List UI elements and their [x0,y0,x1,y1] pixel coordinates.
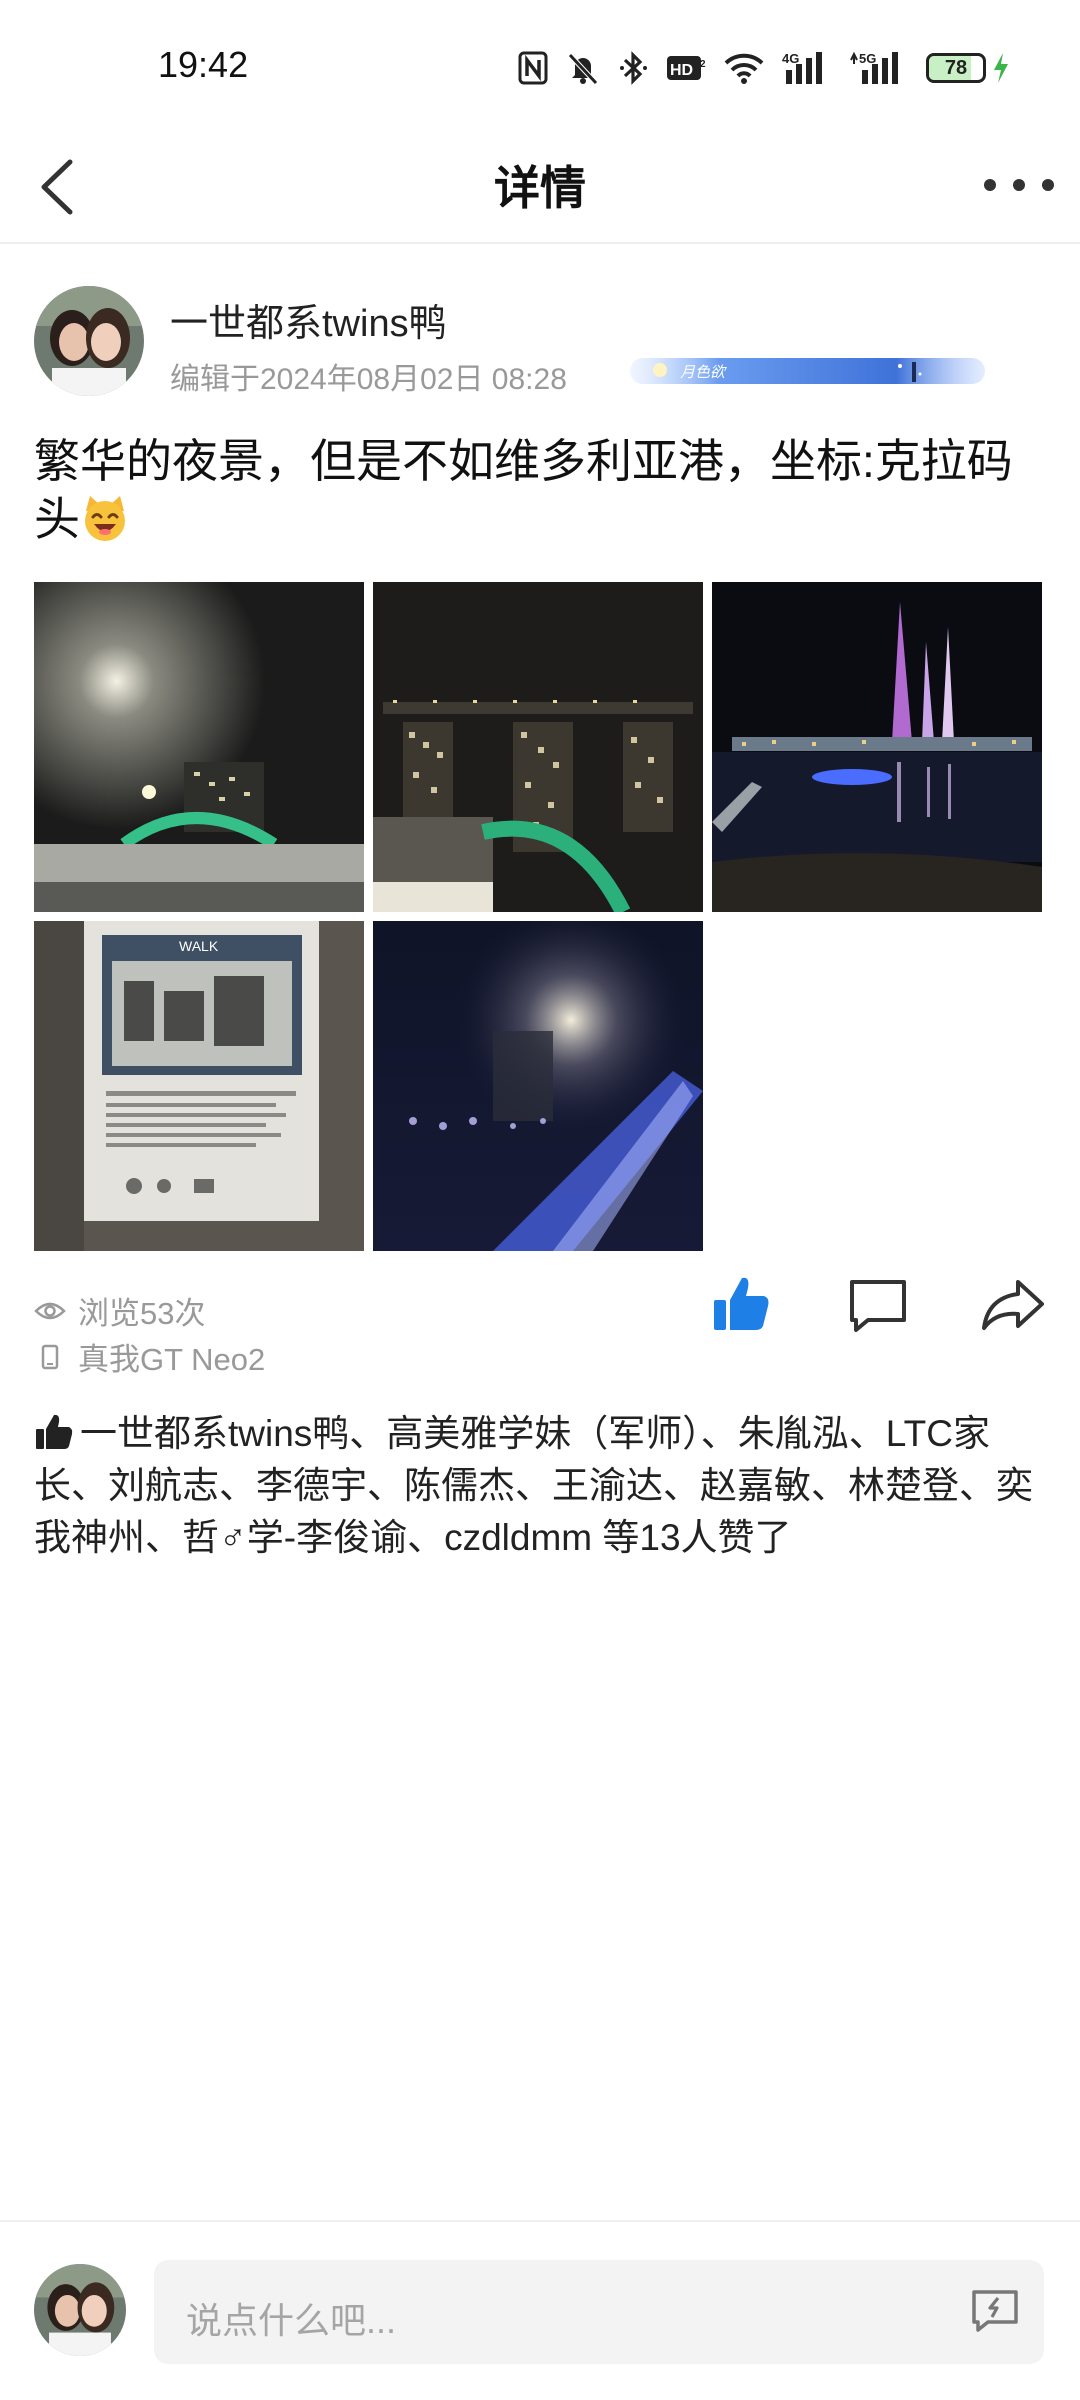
comment-placeholder: 说点什么吧... [186,2300,397,2341]
device-info: 真我GT Neo2 [34,1334,265,1379]
likes-names: 一世都系twins鸭、高美雅学妹（军师）、朱胤泓、LTC家长、刘航志、李德宇、陈… [34,1413,1033,1558]
likes-list: 一世都系twins鸭、高美雅学妹（军师）、朱胤泓、LTC家长、刘航志、李德宇、陈… [34,1408,1049,1564]
navbar: 详情 [0,130,1080,244]
share-button[interactable] [980,1276,1046,1339]
comment-button[interactable] [846,1276,910,1341]
like-button[interactable] [710,1272,774,1341]
more-button[interactable] [984,160,1054,210]
post-time: 编辑于2024年08月02日 08:28 [170,363,567,396]
author-name[interactable]: 一世都系twins鸭 [170,292,447,347]
decoration-banner-text: 月色欲 [680,363,727,381]
poster-heading: WALK [179,938,219,954]
5g-signal-icon: 5G [850,51,898,84]
thumbs-up-icon [714,1277,769,1330]
decoration-banner: 月色欲 [630,354,985,388]
status-time: 19:42 [158,44,249,85]
view-count-text: 浏览53次 [78,1296,206,1331]
svg-text:HD: HD [670,62,693,79]
comment-input[interactable]: 说点什么吧... [154,2260,1044,2364]
battery-level-bar: 78 [926,53,986,83]
nfc-icon [518,51,548,85]
author-avatar[interactable] [34,286,144,396]
share-icon [982,1280,1044,1330]
view-count: 浏览53次 [34,1288,205,1333]
charging-icon [994,53,1008,83]
photo-wall-poster[interactable]: WALK [34,921,364,1251]
svg-text:4G: 4G [782,51,799,66]
comment-bar: 说点什么吧... [0,2220,1080,2400]
svg-text:5G: 5G [859,51,876,66]
emoji-comment-button[interactable] [970,2286,1020,2341]
page-title: 详情 [494,162,586,214]
laughing-cat-emoji [85,496,125,541]
status-bar: 19:42 HD 2 4G 5G 78 [0,0,1080,130]
status-icons: HD 2 4G 5G 78 [518,46,1010,90]
comment-icon [850,1280,906,1332]
chat-bubble-icon [972,2290,1018,2332]
photo-night-bridge[interactable] [34,582,364,912]
thumbs-up-small-icon [36,1414,73,1449]
more-dots-icon [984,179,996,191]
eye-icon [34,1302,66,1319]
svg-text:2: 2 [700,59,706,70]
wifi-icon [724,53,764,84]
phone-icon [41,1344,59,1369]
hd-icon: HD 2 [667,56,706,80]
post-text: 繁华的夜景，但是不如维多利亚港，坐标:克拉码头 [34,432,1044,548]
device-name: 真我GT Neo2 [78,1342,266,1377]
battery-percent: 78 [944,56,968,79]
4g-signal-icon: 4G [782,51,822,84]
photo-city-buildings[interactable] [373,582,703,912]
photo-blurred-lights[interactable] [373,921,703,1251]
bluetooth-icon [620,51,647,85]
user-avatar[interactable] [34,2264,126,2356]
mute-bell-icon [568,53,598,85]
photo-river-towers[interactable] [712,582,1042,912]
post-text-content: 繁华的夜景，但是不如维多利亚港，坐标:克拉码头 [34,435,1013,545]
battery-icon: 78 [926,52,1010,84]
